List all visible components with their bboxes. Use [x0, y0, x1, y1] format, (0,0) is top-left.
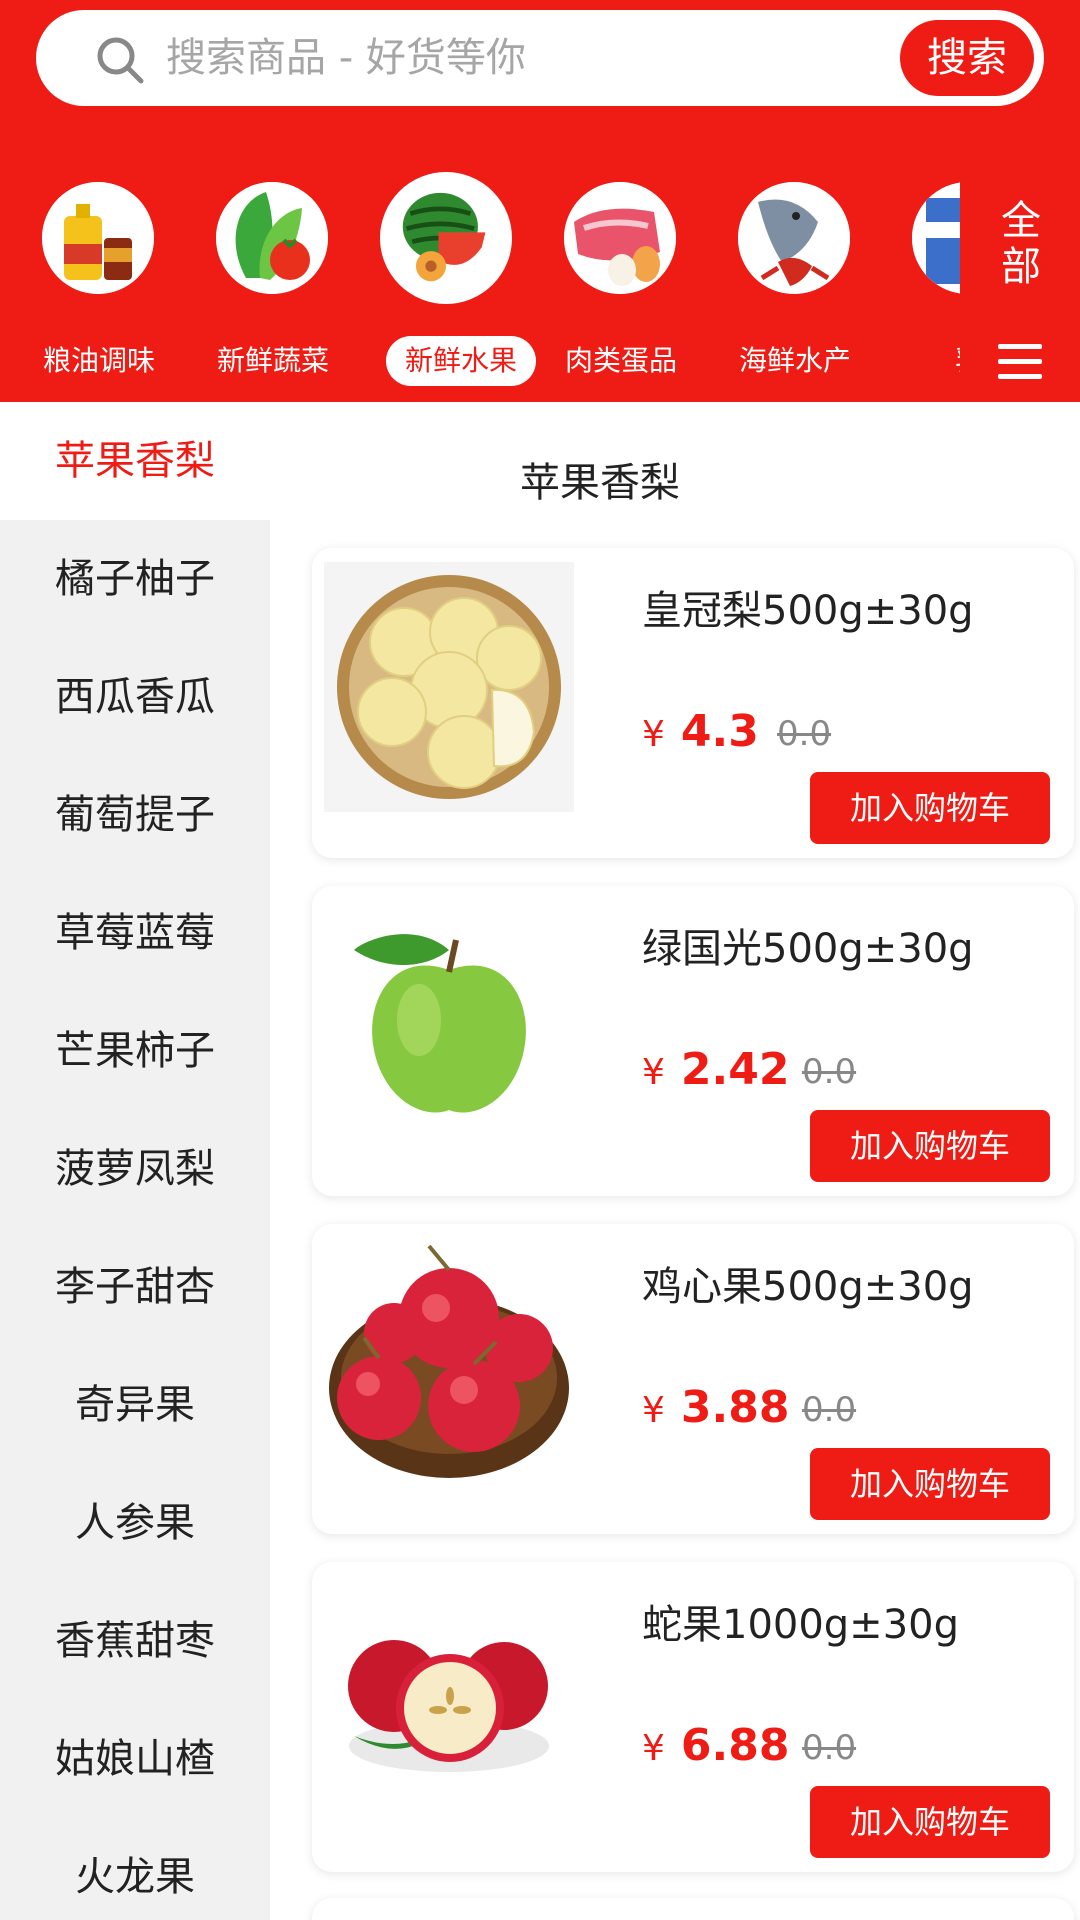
search-button[interactable]: 搜索 [900, 20, 1034, 96]
category-vegetables[interactable]: 新鲜蔬菜 [188, 170, 358, 400]
price-value: 6.88 [680, 1720, 790, 1771]
sidebar: 苹果香梨 橘子柚子 西瓜香瓜 葡萄提子 草莓蓝莓 芒果柿子 菠萝凤梨 李子甜杏 … [0, 402, 270, 1920]
original-price: 0.0 [802, 1390, 857, 1430]
product-name: 皇冠梨500g±30g [642, 588, 974, 634]
category-label: 肉类蛋品 [564, 344, 677, 377]
search-input[interactable]: 搜索商品 - 好货等你 [166, 32, 526, 84]
dairy-icon [912, 182, 960, 294]
product-card[interactable]: 皇冠梨500g±30g ¥4.3 0.0 加入购物车 [312, 548, 1074, 858]
category-seafood[interactable]: 海鲜水产 [710, 170, 880, 400]
sidebar-item-pineapple[interactable]: 菠萝凤梨 [0, 1110, 270, 1228]
category-grain-oil[interactable]: 粮油调味 [14, 170, 184, 400]
red-delicious-apple-image [324, 1576, 574, 1826]
green-apple-image [324, 900, 574, 1150]
product-card[interactable]: 绿国光500g±30g ¥2.42 0.0 加入购物车 [312, 886, 1074, 1196]
category-strip[interactable]: 粮油调味 新鲜蔬菜 新鲜水果 肉类蛋品 海鲜水产 [0, 170, 960, 400]
sidebar-item-apple-pear[interactable]: 苹果香梨 [0, 402, 270, 520]
sidebar-item-banana[interactable]: 香蕉甜枣 [0, 1582, 270, 1700]
product-card[interactable] [312, 1898, 1074, 1920]
sidebar-item-hawthorn[interactable]: 姑娘山楂 [0, 1700, 270, 1818]
product-name: 蛇果1000g±30g [642, 1602, 959, 1648]
price-value: 3.88 [680, 1382, 790, 1433]
meat-egg-icon [564, 182, 676, 294]
category-meat-eggs[interactable]: 肉类蛋品 [536, 170, 706, 400]
category-label: 新鲜蔬菜 [216, 344, 329, 377]
currency-symbol: ¥ [642, 714, 665, 755]
search-bar[interactable]: 搜索商品 - 好货等你 搜索 [36, 10, 1044, 106]
product-price: ¥4.3 [642, 706, 759, 757]
category-label: 新鲜水果 [386, 336, 536, 386]
watermelon-icon [380, 172, 512, 304]
price-value: 4.3 [680, 706, 759, 757]
original-price: 0.0 [802, 1728, 857, 1768]
product-price: ¥2.42 [642, 1044, 789, 1095]
product-price: ¥6.88 [642, 1720, 789, 1771]
red-apples-bowl-image [324, 1238, 574, 1488]
product-card[interactable]: 蛇果1000g±30g ¥6.88 0.0 加入购物车 [312, 1562, 1074, 1872]
currency-symbol: ¥ [642, 1052, 665, 1093]
seafood-icon [738, 182, 850, 294]
all-categories-button[interactable]: 全部 [996, 198, 1046, 290]
product-name: 鸡心果500g±30g [642, 1264, 974, 1310]
search-icon [97, 37, 144, 84]
section-title: 苹果香梨 [520, 460, 680, 506]
sidebar-item-melon[interactable]: 西瓜香瓜 [0, 638, 270, 756]
currency-symbol: ¥ [642, 1728, 665, 1769]
add-to-cart-button[interactable]: 加入购物车 [810, 1448, 1050, 1520]
price-value: 2.42 [680, 1044, 790, 1095]
category-dairy[interactable]: 乳 [884, 170, 960, 400]
category-label: 粮油调味 [42, 344, 155, 377]
add-to-cart-button[interactable]: 加入购物车 [810, 1110, 1050, 1182]
sidebar-item-berry[interactable]: 草莓蓝莓 [0, 874, 270, 992]
vegetable-icon [216, 182, 328, 294]
oil-product-icon [42, 182, 154, 294]
original-price: 0.0 [777, 714, 832, 754]
product-list[interactable]: 苹果香梨 皇冠梨500g±30g ¥4.3 0.0 加入购物车 绿国光500g±… [270, 402, 1080, 1920]
category-label: 乳 [884, 336, 960, 386]
product-price: ¥3.88 [642, 1382, 789, 1433]
original-price: 0.0 [802, 1052, 857, 1092]
add-to-cart-button[interactable]: 加入购物车 [810, 772, 1050, 844]
pear-basket-image [324, 562, 574, 812]
sidebar-item-mango[interactable]: 芒果柿子 [0, 992, 270, 1110]
sidebar-item-plum[interactable]: 李子甜杏 [0, 1228, 270, 1346]
sidebar-item-pepino[interactable]: 人参果 [0, 1464, 270, 1582]
add-to-cart-button[interactable]: 加入购物车 [810, 1786, 1050, 1858]
category-fruits[interactable]: 新鲜水果 [364, 170, 536, 400]
sidebar-item-kiwi[interactable]: 奇异果 [0, 1346, 270, 1464]
header: 搜索商品 - 好货等你 搜索 粮油调味 新鲜蔬菜 新鲜水果 肉类蛋品 海鲜水产 … [0, 0, 1080, 402]
sidebar-item-grape[interactable]: 葡萄提子 [0, 756, 270, 874]
product-card[interactable]: 鸡心果500g±30g ¥3.88 0.0 加入购物车 [312, 1224, 1074, 1534]
category-label: 海鲜水产 [738, 344, 851, 377]
sidebar-item-orange[interactable]: 橘子柚子 [0, 520, 270, 638]
sidebar-item-pitaya[interactable]: 火龙果 [0, 1818, 270, 1920]
product-name: 绿国光500g±30g [642, 926, 974, 972]
menu-icon[interactable] [996, 340, 1044, 384]
currency-symbol: ¥ [642, 1390, 665, 1431]
